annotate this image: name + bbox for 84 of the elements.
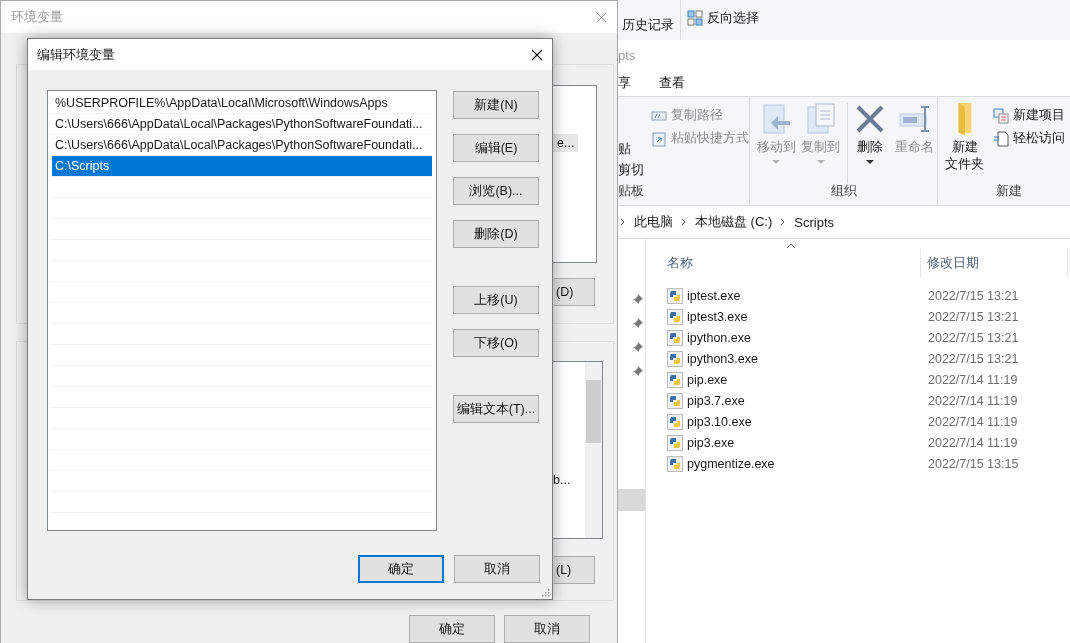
select-grid-icon: [687, 10, 703, 26]
window-title: 编辑环境变量: [37, 45, 115, 64]
paste-label[interactable]: 贴: [618, 141, 645, 158]
dialog-button[interactable]: (L): [554, 556, 595, 584]
list-item[interactable]: b...: [553, 473, 571, 487]
file-date: 2022/7/14 11:19: [927, 372, 1018, 387]
ribbon-command[interactable]: 反向选择: [707, 9, 759, 27]
dialog-button[interactable]: 编辑文本(T)...: [453, 395, 539, 423]
pin-icon: [632, 341, 644, 353]
group-label: 贴板: [618, 183, 645, 200]
python-file-icon: [667, 329, 683, 346]
breadcrumb[interactable]: Scripts: [794, 214, 834, 230]
file-name[interactable]: pip3.10.exe: [687, 414, 752, 429]
path-item[interactable]: C:\Users\666\AppData\Local\Packages\PythonSoftwareFoundati...: [52, 114, 432, 135]
file-name[interactable]: pygmentize.exe: [687, 456, 775, 471]
pin-icon: [632, 293, 644, 305]
ribbon-command[interactable]: 轻松访问: [1013, 130, 1065, 147]
ribbon-command[interactable]: 历史记录: [622, 16, 674, 34]
clipboard-icon: [651, 130, 667, 147]
dialog-button[interactable]: 确定: [409, 615, 495, 643]
document-icon: [993, 130, 1009, 147]
rename-icon: [898, 103, 931, 135]
dialog-button[interactable]: 下移(O): [453, 329, 539, 357]
scrollbar[interactable]: [585, 362, 602, 538]
python-file-icon: [667, 308, 683, 325]
cut-label[interactable]: 剪切: [618, 162, 645, 179]
path-item[interactable]: C:\Scripts: [52, 156, 432, 177]
ribbon-command[interactable]: 新建项目: [1013, 107, 1065, 124]
dialog-button[interactable]: 新建(N): [453, 91, 539, 119]
ribbon-tab[interactable]: 查看: [659, 74, 685, 92]
file-date: 2022/7/15 13:21: [927, 309, 1019, 324]
close-icon[interactable]: [531, 48, 543, 61]
folder-icon: [957, 103, 972, 135]
pin-icon: [632, 317, 644, 329]
dialog-button[interactable]: 取消: [454, 555, 540, 583]
resize-grip-icon[interactable]: [540, 587, 550, 597]
window-title: pts: [618, 47, 636, 63]
window-title: 环境变量: [11, 8, 63, 26]
group-label: 新建: [995, 183, 1023, 200]
dialog-button[interactable]: 删除(D): [453, 220, 539, 248]
chevron-icon: [681, 218, 687, 226]
file-name[interactable]: pip3.exe: [687, 435, 735, 450]
copy-icon: [804, 103, 837, 135]
dialog-button[interactable]: (D): [554, 278, 595, 306]
chevron-icon: [620, 218, 626, 226]
breadcrumb[interactable]: 此电脑: [634, 213, 673, 231]
new-item-icon: [993, 107, 1009, 124]
dialog-button[interactable]: 编辑(E): [453, 134, 539, 162]
file-name[interactable]: iptest3.exe: [687, 309, 748, 324]
python-file-icon: [667, 392, 683, 409]
path-item[interactable]: %USERPROFILE%\AppData\Local\Microsoft\WindowsApps: [52, 93, 432, 114]
ribbon-command[interactable]: 删除: [847, 103, 893, 183]
file-date: 2022/7/15 13:21: [927, 330, 1019, 345]
file-date: 2022/7/15 13:21: [927, 288, 1019, 303]
file-date: 2022/7/14 11:19: [927, 393, 1018, 408]
file-name[interactable]: ipython3.exe: [687, 351, 758, 366]
group-label: 组织: [829, 183, 858, 200]
file-name[interactable]: iptest.exe: [687, 288, 741, 303]
file-date: 2022/7/14 11:19: [927, 435, 1018, 450]
python-file-icon: [667, 287, 683, 304]
dialog-button[interactable]: 取消: [504, 615, 590, 643]
column-header[interactable]: 修改日期: [921, 249, 1068, 277]
file-name[interactable]: pip3.7.exe: [687, 393, 745, 408]
dialog-button[interactable]: 确定: [358, 555, 444, 583]
file-date: 2022/7/15 13:15: [927, 456, 1019, 471]
ribbon-tab[interactable]: 享: [618, 74, 631, 92]
file-date: 2022/7/14 11:19: [927, 414, 1018, 429]
chevron-icon: [780, 218, 787, 226]
python-file-icon: [667, 371, 683, 388]
python-file-icon: [667, 455, 683, 472]
new-folder-button[interactable]: 新建 文件夹: [942, 103, 987, 183]
list-item[interactable]: e...: [553, 134, 579, 152]
python-file-icon: [667, 413, 683, 430]
python-file-icon: [667, 434, 683, 451]
dialog-button[interactable]: 上移(U): [453, 286, 539, 314]
move-icon: [760, 103, 793, 135]
column-header[interactable]: 名称: [646, 249, 921, 277]
python-file-icon: [667, 350, 683, 367]
file-name[interactable]: pip.exe: [687, 372, 728, 387]
file-name[interactable]: ipython.exe: [687, 330, 751, 345]
pin-icon: [632, 365, 644, 377]
file-date: 2022/7/15 13:21: [927, 351, 1019, 366]
breadcrumb[interactable]: 本地磁盘 (C:): [695, 213, 773, 231]
dialog-button[interactable]: 浏览(B)...: [453, 177, 539, 205]
